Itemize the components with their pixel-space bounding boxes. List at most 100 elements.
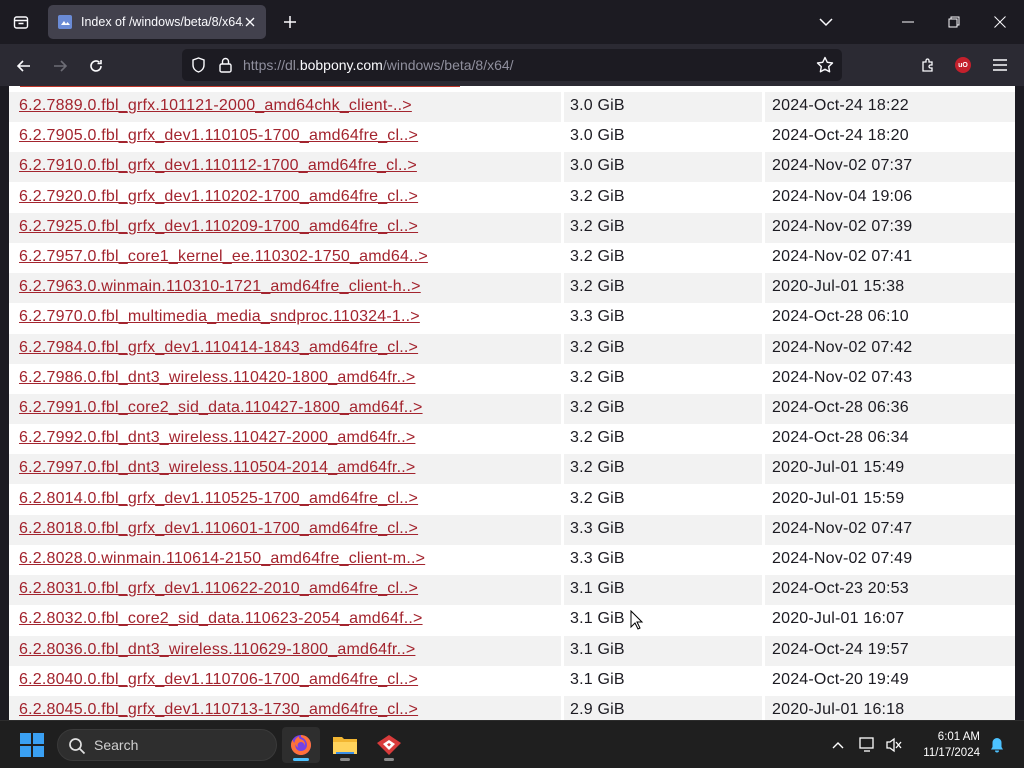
partial-row-link[interactable] bbox=[20, 86, 460, 87]
file-link[interactable]: 6.2.8040.0.fbl_grfx_dev1.110706-1700_amd… bbox=[19, 671, 418, 689]
ublock-origin-icon[interactable]: uO bbox=[951, 53, 975, 77]
file-size: 3.2 GiB bbox=[570, 368, 625, 386]
file-link[interactable]: 6.2.7889.0.fbl_grfx.101121-2000_amd64chk… bbox=[19, 97, 412, 115]
tab-active[interactable]: Index of /windows/beta/8/x64/ bbox=[48, 5, 266, 39]
file-size: 3.0 GiB bbox=[570, 157, 625, 175]
windows-start-icon[interactable] bbox=[20, 733, 44, 757]
file-date: 2024-Nov-02 07:37 bbox=[772, 157, 913, 175]
column-separator bbox=[561, 514, 564, 545]
file-link[interactable]: 6.2.7925.0.fbl_grfx_dev1.110209-1700_amd… bbox=[19, 218, 418, 236]
file-date: 2024-Oct-28 06:36 bbox=[772, 399, 909, 416]
taskbar-search-box[interactable]: Search bbox=[57, 729, 277, 761]
bookmark-star-icon[interactable] bbox=[816, 56, 834, 79]
file-date: 2024-Oct-20 19:49 bbox=[772, 670, 909, 688]
column-separator bbox=[762, 575, 765, 606]
page-favicon-icon bbox=[58, 15, 72, 29]
column-separator bbox=[762, 333, 765, 364]
file-date: 2024-Nov-02 07:43 bbox=[772, 368, 913, 386]
show-hidden-icons-chevron-icon[interactable] bbox=[828, 735, 848, 755]
file-link[interactable]: 6.2.7963.0.winmain.110310-1721_amd64fre_… bbox=[19, 278, 421, 296]
file-link[interactable]: 6.2.7970.0.fbl_multimedia_media_sndproc.… bbox=[19, 308, 420, 326]
column-separator bbox=[561, 424, 564, 455]
file-link[interactable]: 6.2.8031.0.fbl_grfx_dev1.110622-2010_amd… bbox=[19, 580, 418, 598]
close-tab-icon[interactable] bbox=[242, 14, 258, 30]
list-all-tabs-icon[interactable] bbox=[816, 12, 836, 32]
url-bar[interactable]: https://dl.bobpony.com/windows/beta/8/x6… bbox=[182, 49, 842, 81]
file-link[interactable]: 6.2.8018.0.fbl_grfx_dev1.110601-1700_amd… bbox=[19, 520, 418, 538]
file-link[interactable]: 6.2.8032.0.fbl_core2_sid_data.110623-205… bbox=[19, 610, 423, 628]
url-host: bobpony.com bbox=[299, 57, 383, 73]
file-date: 2024-Nov-02 07:42 bbox=[772, 338, 913, 356]
taskbar-red-app-icon[interactable] bbox=[370, 727, 408, 763]
back-icon[interactable] bbox=[10, 52, 38, 80]
file-link[interactable]: 6.2.8014.0.fbl_grfx_dev1.110525-1700_amd… bbox=[19, 490, 418, 508]
file-date: 2024-Oct-28 06:34 bbox=[772, 429, 909, 447]
file-link[interactable]: 6.2.7992.0.fbl_dnt3_wireless.110427-2000… bbox=[19, 429, 415, 447]
column-separator bbox=[561, 635, 564, 666]
reload-icon[interactable] bbox=[82, 52, 110, 80]
file-size: 3.3 GiB bbox=[570, 308, 625, 326]
minimize-icon[interactable] bbox=[885, 0, 931, 44]
new-tab-icon[interactable] bbox=[280, 12, 300, 32]
column-separator bbox=[762, 454, 765, 485]
file-size: 3.2 GiB bbox=[570, 429, 625, 447]
column-separator bbox=[561, 363, 564, 394]
file-link[interactable]: 6.2.8045.0.fbl_grfx_dev1.110713-1730_amd… bbox=[19, 701, 418, 719]
column-separator bbox=[561, 454, 564, 485]
scrollbar-track[interactable] bbox=[1015, 86, 1024, 720]
file-date: 2020-Jul-01 15:38 bbox=[772, 278, 905, 296]
clock-date: 11/17/2024 bbox=[923, 747, 980, 759]
file-link[interactable]: 6.2.7986.0.fbl_dnt3_wireless.110420-1800… bbox=[19, 369, 415, 387]
file-date: 2024-Nov-02 07:39 bbox=[772, 217, 913, 235]
close-window-icon[interactable] bbox=[977, 0, 1023, 44]
file-link[interactable]: 6.2.7920.0.fbl_grfx_dev1.110202-1700_amd… bbox=[19, 188, 418, 206]
column-separator bbox=[561, 484, 564, 515]
volume-muted-icon[interactable] bbox=[884, 735, 904, 755]
file-date: 2020-Jul-01 16:18 bbox=[772, 701, 905, 718]
column-separator bbox=[762, 122, 765, 153]
file-date: 2024-Oct-24 18:20 bbox=[772, 127, 909, 145]
table-row: 6.2.8032.0.fbl_core2_sid_data.110623-205… bbox=[9, 605, 1015, 636]
file-date: 2024-Nov-04 19:06 bbox=[772, 187, 913, 205]
file-size: 3.3 GiB bbox=[570, 519, 625, 537]
file-size: 3.0 GiB bbox=[570, 97, 625, 114]
navigation-toolbar: https://dl.bobpony.com/windows/beta/8/x6… bbox=[0, 44, 1024, 86]
column-separator bbox=[762, 243, 765, 273]
column-separator bbox=[561, 273, 564, 304]
system-clock[interactable]: 6:01 AM 11/17/2024 bbox=[910, 729, 980, 761]
tab-strip: Index of /windows/beta/8/x64/ bbox=[0, 0, 1024, 44]
column-separator bbox=[762, 182, 765, 213]
column-separator bbox=[561, 212, 564, 243]
file-link[interactable]: 6.2.7997.0.fbl_dnt3_wireless.110504-2014… bbox=[19, 459, 415, 477]
file-size: 3.2 GiB bbox=[570, 217, 625, 235]
clock-time: 6:01 AM bbox=[937, 731, 980, 743]
column-separator bbox=[561, 152, 564, 183]
file-date: 2020-Jul-01 15:49 bbox=[772, 459, 905, 477]
table-row: 6.2.7889.0.fbl_grfx.101121-2000_amd64chk… bbox=[9, 92, 1015, 122]
file-link[interactable]: 6.2.8036.0.fbl_dnt3_wireless.110629-1800… bbox=[19, 641, 415, 659]
file-size: 3.2 GiB bbox=[570, 338, 625, 356]
tracking-protection-shield-icon[interactable] bbox=[190, 57, 206, 73]
tab-list-icon[interactable] bbox=[8, 8, 34, 36]
file-link[interactable]: 6.2.7957.0.fbl_core1_kernel_ee.110302-17… bbox=[19, 248, 428, 266]
column-separator bbox=[762, 665, 765, 696]
file-size: 3.2 GiB bbox=[570, 248, 625, 265]
hamburger-menu-icon[interactable] bbox=[988, 53, 1012, 77]
file-link[interactable]: 6.2.7905.0.fbl_grfx_dev1.110105-1700_amd… bbox=[19, 127, 418, 145]
file-link[interactable]: 6.2.7910.0.fbl_grfx_dev1.110112-1700_amd… bbox=[19, 157, 417, 175]
forward-icon[interactable] bbox=[46, 52, 74, 80]
taskbar-firefox-icon[interactable] bbox=[282, 727, 320, 763]
extensions-puzzle-icon[interactable] bbox=[916, 53, 940, 77]
notifications-bell-icon[interactable] bbox=[987, 735, 1007, 755]
table-row: 6.2.7910.0.fbl_grfx_dev1.110112-1700_amd… bbox=[9, 152, 1015, 183]
file-link[interactable]: 6.2.7984.0.fbl_grfx_dev1.110414-1843_amd… bbox=[19, 339, 418, 357]
file-link[interactable]: 6.2.7991.0.fbl_core2_sid_data.110427-180… bbox=[19, 399, 423, 417]
active-app-indicator bbox=[293, 758, 309, 761]
url-text[interactable]: https://dl.bobpony.com/windows/beta/8/x6… bbox=[243, 57, 514, 73]
network-icon[interactable] bbox=[858, 735, 878, 755]
file-link[interactable]: 6.2.8028.0.winmain.110614-2150_amd64fre_… bbox=[19, 550, 425, 568]
restore-icon[interactable] bbox=[931, 0, 977, 44]
file-size: 3.2 GiB bbox=[570, 459, 625, 477]
lock-icon[interactable] bbox=[217, 57, 233, 73]
taskbar-file-explorer-icon[interactable] bbox=[326, 727, 364, 763]
